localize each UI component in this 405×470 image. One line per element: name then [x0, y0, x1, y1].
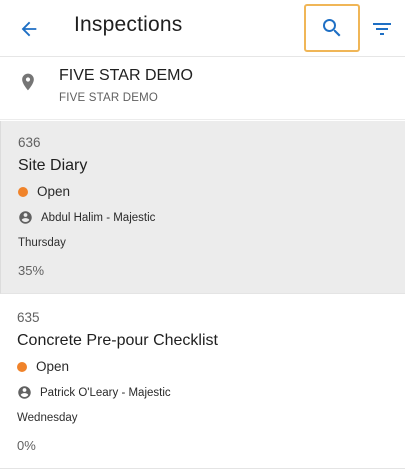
- inspection-number: 635: [17, 310, 40, 325]
- search-button[interactable]: [304, 4, 360, 52]
- search-icon: [323, 19, 341, 37]
- arrow-back-icon: [21, 21, 37, 37]
- inspection-number: 636: [18, 135, 41, 150]
- status-indicator: Open: [17, 359, 69, 374]
- assignee-name: Patrick O'Leary - Majestic: [40, 386, 171, 399]
- account-circle-icon: [19, 211, 32, 224]
- filter-button[interactable]: [368, 14, 396, 44]
- account-circle-icon: [18, 386, 31, 399]
- inspection-progress: 0%: [17, 438, 36, 453]
- inspection-card[interactable]: 636 Site Diary Open Abdul Halim - Majest…: [0, 121, 405, 294]
- app-bar: Inspections: [0, 0, 405, 57]
- assignee: Patrick O'Leary - Majestic: [17, 385, 171, 400]
- project-selector[interactable]: FIVE STAR DEMO FIVE STAR DEMO: [0, 57, 405, 120]
- inspection-name: Site Diary: [18, 157, 88, 174]
- inspection-name: Concrete Pre-pour Checklist: [17, 332, 218, 349]
- assignee-name: Abdul Halim - Majestic: [41, 211, 156, 224]
- location-pin-icon: [22, 73, 34, 91]
- inspection-day: Thursday: [18, 237, 66, 249]
- project-subtitle: FIVE STAR DEMO: [59, 92, 159, 104]
- project-name: FIVE STAR DEMO: [59, 67, 193, 84]
- filter-list-icon: [373, 23, 391, 35]
- status-dot-icon: [17, 361, 27, 372]
- status-label: Open: [36, 359, 70, 374]
- inspection-progress: 35%: [18, 263, 45, 278]
- status-dot-icon: [18, 186, 28, 197]
- assignee: Abdul Halim - Majestic: [18, 210, 155, 225]
- status-indicator: Open: [18, 184, 70, 199]
- back-button[interactable]: [14, 14, 44, 44]
- inspection-card[interactable]: 635 Concrete Pre-pour Checklist Open Pat…: [0, 296, 405, 469]
- page-title: Inspections: [74, 13, 183, 36]
- status-label: Open: [37, 184, 71, 199]
- inspection-day: Wednesday: [17, 412, 78, 424]
